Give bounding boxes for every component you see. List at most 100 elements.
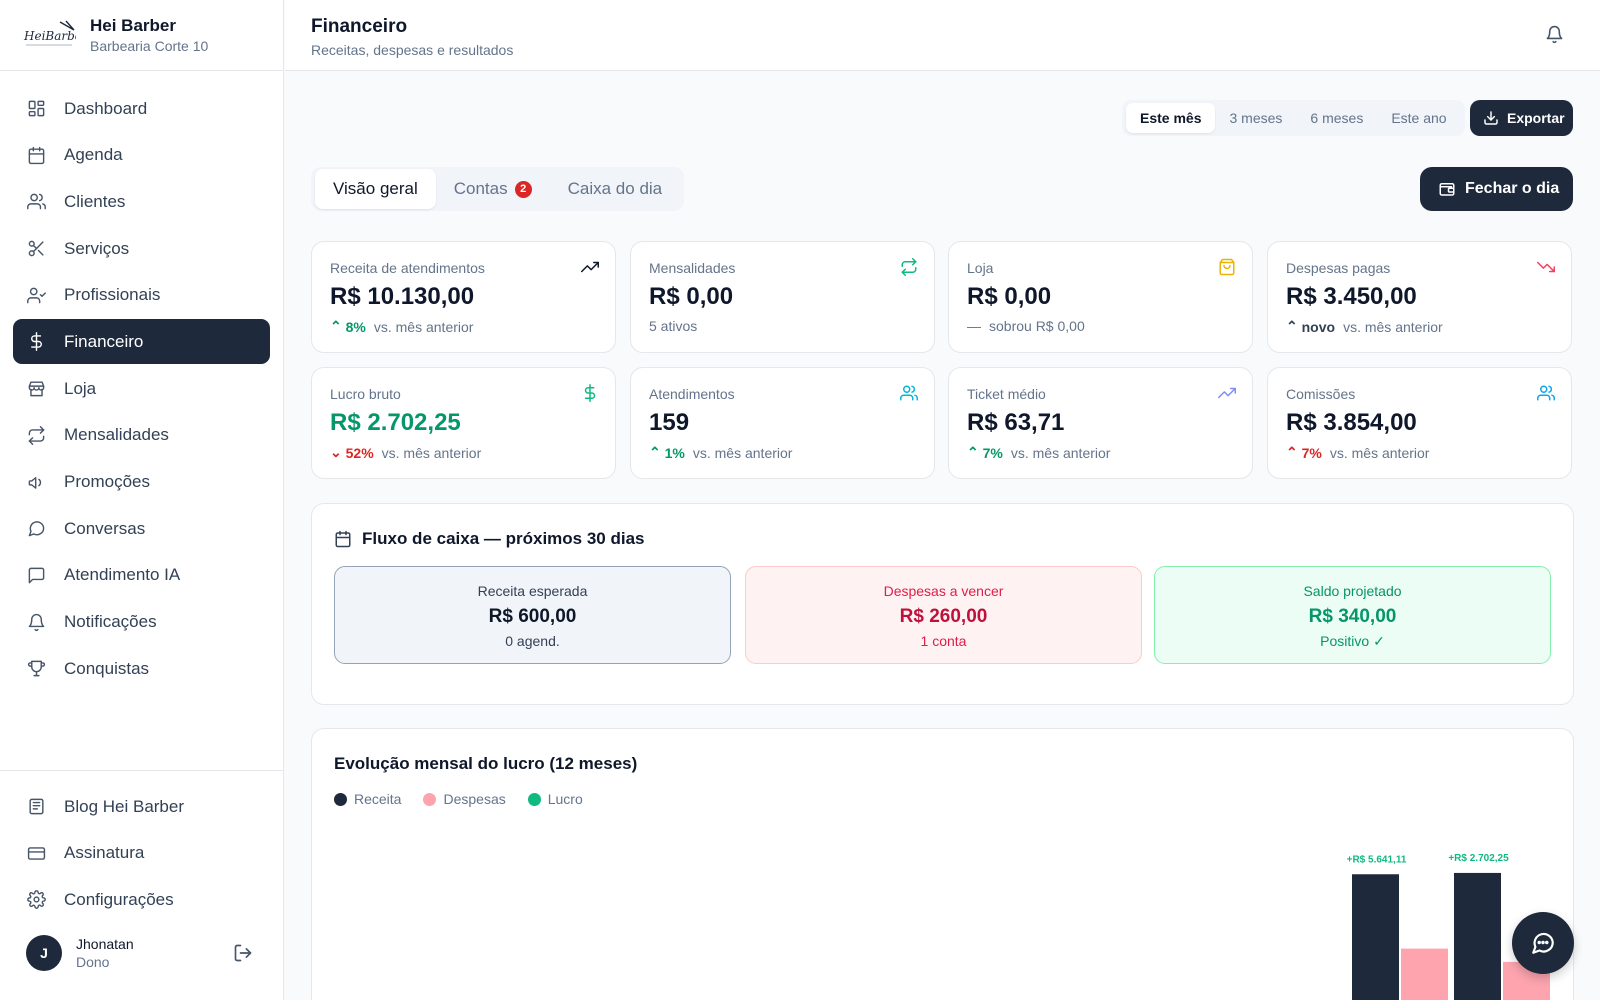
tab-label: Contas	[453, 179, 508, 198]
kpi-footer: — sobrou R$ 0,00	[967, 318, 1234, 334]
brand-header: HeiBarber Hei Barber Barbearia Corte 10	[0, 0, 283, 71]
kpi-card-receita-de-atendimentos: Receita de atendimentos R$ 10.130,00 ⌃ 8% v…	[311, 241, 616, 353]
kpi-value: R$ 63,71	[967, 409, 1065, 436]
profit-chart: +R$ 5.641,11 +R$ 2.702,25	[1347, 853, 1550, 1000]
brand-subtitle: Barbearia Corte 10	[90, 38, 209, 54]
store-icon	[26, 379, 46, 399]
kpi-footer: ⌃ 1% vs. mês anterior	[649, 444, 916, 461]
brand-logo: HeiBarber	[23, 20, 76, 46]
sidebar-item-mensalidades[interactable]: Mensalidades	[13, 413, 270, 458]
trending-down-icon	[1537, 258, 1555, 281]
chat-bubble-icon	[1530, 930, 1556, 956]
projected-balance-box: Saldo projetado R$ 340,00 Positivo ✓	[1154, 566, 1551, 664]
dashboard-icon	[26, 99, 46, 119]
kpi-label: Loja	[967, 260, 994, 276]
sidebar-item-servicos[interactable]: Serviços	[13, 226, 270, 271]
sidebar-item-label: Promoções	[64, 472, 150, 491]
kpi-footer: ⌃ 7% vs. mês anterior	[1286, 444, 1553, 461]
kpi-card-ticket-medio: Ticket médio R$ 63,71 ⌃ 7% vs. mês anterior	[948, 367, 1253, 479]
sidebar-item-assinatura[interactable]: Assinatura	[13, 831, 270, 876]
sidebar-item-label: Blog Hei Barber	[64, 796, 185, 816]
tab-caixa-do-dia[interactable]: Caixa do dia	[550, 169, 681, 209]
chat-fab-button[interactable]	[1512, 912, 1574, 974]
kpi-footer: ⌃ 8% vs. mês anterior	[330, 318, 597, 335]
sidebar-item-dashboard[interactable]: Dashboard	[13, 86, 270, 131]
expected-revenue-box: Receita esperada R$ 600,00 0 agend.	[334, 566, 731, 664]
chevron-up-icon: ⌃	[1286, 444, 1298, 460]
bar-receita[interactable]	[1352, 874, 1399, 1000]
chevron-down-icon: ⌄	[330, 444, 342, 460]
svg-text:HeiBarber: HeiBarber	[23, 29, 76, 43]
tab-label: Visão geral	[333, 179, 418, 198]
chevron-up-icon: ⌃	[967, 444, 979, 460]
sidebar-item-notificacoes[interactable]: Notificações	[13, 600, 270, 645]
sidebar-item-label: Conversas	[64, 518, 146, 538]
export-button[interactable]: Exportar	[1470, 100, 1573, 136]
scissors-icon	[26, 239, 46, 259]
bell-icon	[26, 612, 46, 632]
tab-contas[interactable]: Contas 2	[436, 169, 550, 209]
expenses-due-value: R$ 260,00	[899, 606, 988, 627]
shopping-bag-icon	[1218, 258, 1236, 281]
user-check-icon	[26, 285, 46, 305]
sidebar-item-loja[interactable]: Loja	[13, 366, 270, 411]
message-square-icon	[26, 565, 46, 585]
tabs: Visão geral Contas 2 Caixa do dia	[311, 167, 685, 211]
sidebar-item-conversas[interactable]: Conversas	[13, 506, 270, 551]
trend-down: ⌄ 52%	[330, 444, 374, 461]
tab-visao-geral[interactable]: Visão geral	[315, 169, 436, 209]
kpi-card-lucro-bruto: Lucro bruto R$ 2.702,25 ⌄ 52% vs. mês anter…	[311, 367, 616, 479]
sidebar-item-label: Configurações	[64, 889, 174, 909]
users-icon	[1537, 384, 1556, 407]
sidebar-item-blog-hei-barber[interactable]: Blog Hei Barber	[13, 784, 270, 829]
bar-receita[interactable]	[1454, 872, 1501, 1000]
period-option-este-ano[interactable]: Este ano	[1377, 103, 1460, 133]
kpi-note: vs. mês anterior	[692, 444, 793, 461]
sidebar-item-label: Notificações	[64, 612, 157, 632]
period-option-este-mes[interactable]: Este mês	[1126, 103, 1216, 133]
dollar-icon	[26, 332, 46, 352]
sidebar-item-agenda[interactable]: Agenda	[13, 133, 270, 178]
trend-up: ⌃ 1%	[649, 444, 685, 461]
sidebar-item-label: Profissionais	[64, 285, 161, 305]
period-option-3-meses[interactable]: 3 meses	[1215, 103, 1296, 133]
sidebar-item-label: Assinatura	[64, 843, 145, 863]
wallet-icon	[1438, 180, 1456, 198]
sidebar-item-conquistas[interactable]: Conquistas	[13, 646, 270, 691]
user-profile[interactable]: J Jhonatan Dono	[26, 935, 261, 971]
avatar: J	[26, 935, 62, 971]
kpi-note: vs. mês anterior	[1010, 444, 1111, 461]
sidebar-item-promocoes[interactable]: Promoções	[13, 460, 270, 505]
expected-revenue-value: R$ 600,00	[488, 606, 577, 627]
newspaper-icon	[26, 797, 46, 817]
expected-revenue-label: Receita esperada	[477, 583, 588, 599]
projected-balance-label: Saldo projetado	[1303, 583, 1402, 599]
period-option-6-meses[interactable]: 6 meses	[1296, 103, 1377, 133]
kpi-note: vs. mês anterior	[381, 444, 482, 461]
kpi-note: sobrou R$ 0,00	[989, 318, 1085, 334]
logout-icon[interactable]	[233, 943, 253, 968]
trending-up-icon	[1218, 384, 1236, 407]
sidebar-item-label: Loja	[64, 378, 97, 398]
trend-value: 7%	[982, 444, 1003, 461]
chevron-up-icon: ⌃	[1286, 318, 1298, 334]
sidebar-item-profissionais[interactable]: Profissionais	[13, 273, 270, 318]
bar-data-label-lucro: +R$ 5.641,11	[1347, 854, 1407, 865]
kpi-label: Lucro bruto	[330, 386, 401, 402]
sidebar-item-label: Dashboard	[64, 98, 148, 118]
sidebar-item-configuracoes[interactable]: Configurações	[13, 877, 270, 922]
sidebar-item-label: Serviços	[64, 238, 130, 258]
bar-despesas[interactable]	[1401, 948, 1448, 1000]
trend-value: novo	[1301, 318, 1336, 335]
sidebar-item-clientes[interactable]: Clientes	[13, 179, 270, 224]
kpi-value: R$ 10.130,00	[330, 283, 475, 310]
kpi-note: 5 ativos	[649, 318, 698, 334]
sidebar-item-atendimento-ia[interactable]: Atendimento IA	[13, 553, 270, 598]
projected-balance-sub: Positivo ✓	[1320, 633, 1385, 649]
bell-icon[interactable]	[1545, 25, 1564, 49]
credit-card-icon	[26, 843, 46, 863]
page-title: Financeiro	[311, 16, 408, 37]
chevron-up-icon: ⌃	[330, 318, 342, 334]
sidebar-item-financeiro[interactable]: Financeiro	[13, 319, 270, 365]
close-day-button[interactable]: Fechar o dia	[1420, 167, 1573, 211]
